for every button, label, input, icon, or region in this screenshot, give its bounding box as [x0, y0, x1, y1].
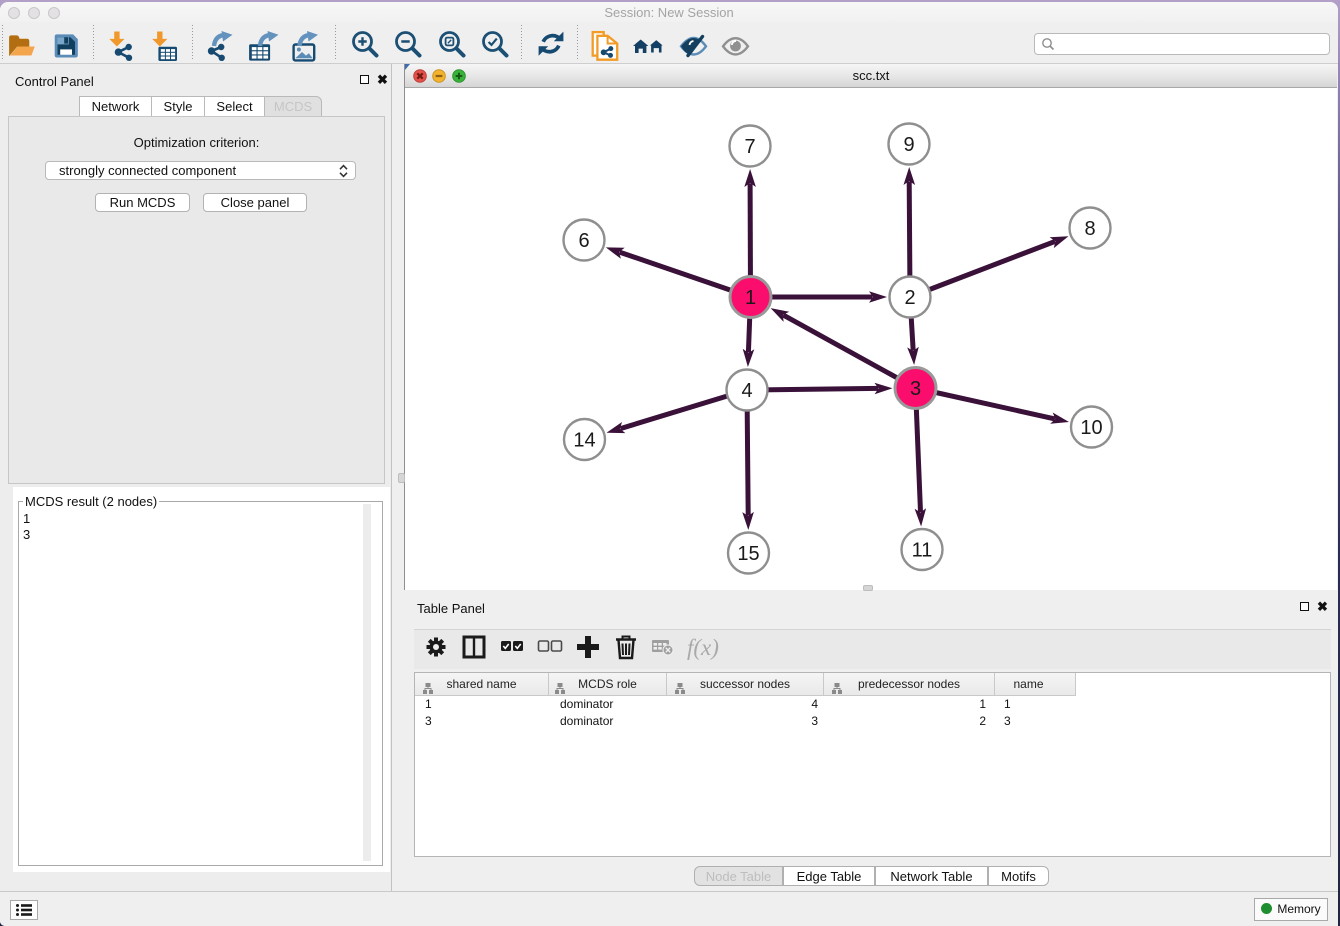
svg-text:1: 1 — [745, 287, 756, 309]
svg-text:2: 2 — [904, 287, 915, 309]
svg-text:8: 8 — [1084, 218, 1095, 240]
svg-text:3: 3 — [910, 378, 921, 400]
svg-text:15: 15 — [737, 543, 759, 565]
svg-text:10: 10 — [1080, 417, 1102, 439]
svg-text:11: 11 — [912, 540, 933, 562]
svg-text:9: 9 — [903, 134, 914, 156]
svg-text:14: 14 — [573, 430, 595, 452]
svg-text:7: 7 — [744, 136, 755, 158]
svg-text:f(x): f(x) — [687, 635, 719, 660]
svg-text:4: 4 — [741, 380, 752, 402]
svg-text:6: 6 — [578, 230, 589, 252]
